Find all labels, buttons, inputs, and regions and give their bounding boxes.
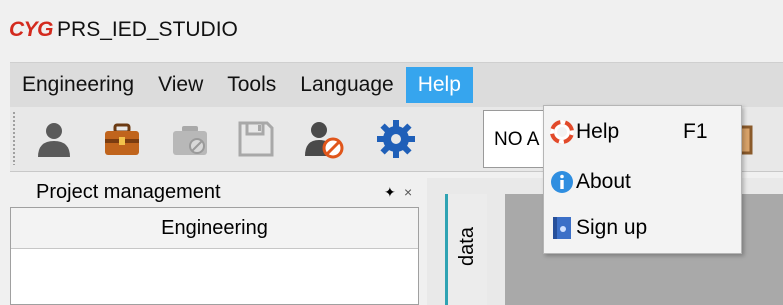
menu-item-sign-up-label: Sign up [576,216,648,239]
shortcut-label: F1 [683,120,708,143]
column-header-engineering[interactable]: Engineering [11,208,418,249]
help-dropdown-menu: Help F1 About Sign up [543,105,742,254]
user-blocked-icon[interactable] [304,119,344,159]
tab-data-label: data [456,227,478,266]
menu-view[interactable]: View [146,67,215,103]
menu-language[interactable]: Language [288,67,405,103]
save-icon[interactable] [236,119,276,159]
project-tree[interactable]: Engineering [10,207,419,305]
menu-help[interactable]: Help [405,67,473,103]
pin-icon[interactable]: ✦ [384,184,396,201]
menu-item-sign-up[interactable]: Sign up [544,205,741,251]
close-icon[interactable]: × [404,184,412,200]
menu-engineering[interactable]: Engineering [10,67,146,103]
menu-item-help[interactable]: Help F1 [544,109,741,155]
info-icon [551,171,573,193]
menu-bar: Engineering View Tools Language Help [10,62,783,107]
project-panel-title: Project management [36,180,221,203]
app-title: PRS_IED_STUDIO [57,18,238,41]
toolbar-grip[interactable] [12,111,16,165]
menu-item-help-label: Help [576,120,620,143]
camera-disabled-icon[interactable] [170,119,210,159]
tab-data[interactable]: data [445,194,487,305]
menu-item-about-label: About [576,170,631,193]
menu-tools[interactable]: Tools [215,67,288,103]
project-panel-header: Project management ✦ × [10,178,418,206]
title-bar: CYG PRS_IED_STUDIO [0,0,783,60]
lifebuoy-icon [550,120,574,144]
app-logo: CYG [9,18,54,41]
gear-icon[interactable] [376,119,416,159]
signup-book-icon [553,217,571,239]
user-icon[interactable] [34,119,74,159]
menu-item-about[interactable]: About [544,159,741,205]
briefcase-icon[interactable] [102,119,142,159]
